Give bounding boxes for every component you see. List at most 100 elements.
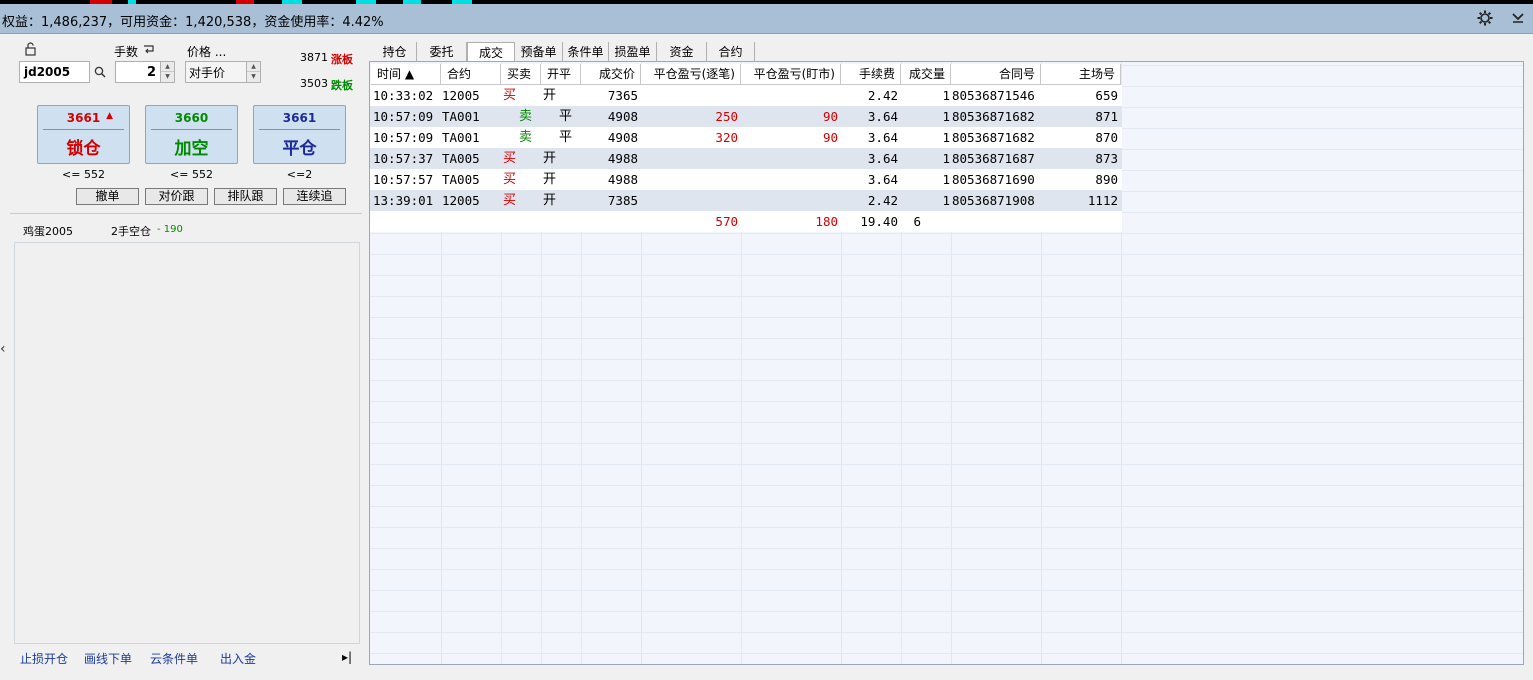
- tab-funds[interactable]: 资金: [657, 42, 707, 62]
- cell-contract: 12005: [442, 193, 480, 208]
- cell-side: 买: [503, 172, 517, 187]
- table-row[interactable]: 10:57:57 TA005 买 开 4988 3.64 1 80536871690 890: [370, 169, 1122, 190]
- total-pnl2: 180: [815, 214, 838, 229]
- cancel-order-button[interactable]: 撤单: [76, 188, 139, 205]
- order-panel: 手数 价格 ... 3871 涨板 jd2005 2 ▲ ▼ 对手价 ▲ ▼ 350…: [10, 36, 366, 670]
- add-short-button[interactable]: 3660 加空: [145, 105, 238, 164]
- tab-orders[interactable]: 委托: [417, 42, 467, 62]
- table-row[interactable]: 13:39:01 12005 买 开 7385 2.42 1 80536871908 1112: [370, 190, 1122, 211]
- trades-table: 时间 ▲ 合约 买卖 开平 成交价 平仓盈亏(逐笔) 平仓盈亏(盯市) 手续费 …: [369, 61, 1524, 665]
- col-pnl-trade[interactable]: 平仓盈亏(逐笔): [641, 64, 741, 85]
- tab-stop-orders[interactable]: 损盈单: [609, 42, 657, 62]
- cell-time: 10:57:09: [373, 130, 434, 145]
- tab-conditional-orders[interactable]: 条件单: [563, 42, 609, 62]
- close-position-button[interactable]: 3661 平仓: [253, 105, 346, 164]
- cell-qty: 1: [942, 151, 950, 166]
- cell-fee: 3.64: [867, 130, 898, 145]
- chevron-down-icon[interactable]: [1509, 10, 1527, 28]
- col-pnl-market[interactable]: 平仓盈亏(盯市): [741, 64, 841, 85]
- cell-price: 4908: [607, 109, 638, 124]
- cell-pnl1: [641, 148, 741, 169]
- lock-position-button[interactable]: 3661 ▲ 锁仓: [37, 105, 130, 164]
- cell-time: 10:57:37: [373, 151, 434, 166]
- cell-qty: 1: [942, 172, 950, 187]
- col-fee[interactable]: 手续费: [841, 64, 901, 85]
- cell-pnl2: [741, 85, 841, 106]
- gear-icon[interactable]: [1476, 10, 1494, 28]
- collapse-panel-icon[interactable]: ‹: [0, 342, 8, 356]
- cell-seq: 871: [1095, 109, 1118, 124]
- lock-label: 锁仓: [66, 139, 101, 159]
- cell-pnl1: [641, 169, 741, 190]
- cell-seq: 873: [1095, 151, 1118, 166]
- limit-up-label: 涨板: [331, 53, 353, 66]
- position-pnl: - 190: [157, 224, 183, 235]
- cell-contract: TA001: [442, 109, 480, 124]
- quantity-stepper[interactable]: 2 ▲ ▼: [115, 61, 175, 83]
- cell-seq: 870: [1095, 130, 1118, 145]
- cell-side: 卖: [519, 109, 533, 124]
- cell-time: 10:33:02: [373, 88, 434, 103]
- close-price: 3661: [282, 111, 317, 125]
- table-row[interactable]: 10:33:02 12005 买 开 7365 2.42 1 80536871546 659: [370, 85, 1122, 106]
- cell-seq: 890: [1095, 172, 1118, 187]
- tab-positions[interactable]: 持仓: [373, 42, 417, 62]
- cell-qty: 1: [942, 109, 950, 124]
- close-limit: <=2: [286, 168, 313, 181]
- price-type-select[interactable]: 对手价 ▲ ▼: [185, 61, 261, 83]
- cell-price: 4908: [607, 130, 638, 145]
- tab-contracts[interactable]: 合约: [707, 42, 755, 62]
- deposit-withdraw-link[interactable]: 出入金: [220, 650, 256, 667]
- continuous-chase-button[interactable]: 连续追: [283, 188, 346, 205]
- price-spinner[interactable]: ▲ ▼: [246, 62, 260, 82]
- col-contract[interactable]: 合约: [441, 64, 501, 85]
- expand-icon[interactable]: ▸|: [342, 650, 352, 664]
- col-time[interactable]: 时间 ▲: [371, 64, 441, 85]
- cell-order: 80536871546: [952, 88, 1035, 103]
- cell-price: 4988: [607, 172, 638, 187]
- return-arrow-icon[interactable]: [142, 43, 156, 56]
- cell-pnl1: 320: [715, 130, 738, 145]
- cell-side: 买: [503, 193, 517, 208]
- col-price[interactable]: 成交价: [581, 64, 641, 85]
- table-row[interactable]: 10:57:09 TA001 卖 平 4908 320 90 3.64 1 80536871682…: [370, 127, 1122, 148]
- queue-follow-button[interactable]: 排队跟: [214, 188, 277, 205]
- col-order-no[interactable]: 合同号: [951, 64, 1041, 85]
- cell-seq: 1112: [1087, 193, 1118, 208]
- table-row[interactable]: 10:57:09 TA001 卖 平 4908 250 90 3.64 1 80536871682…: [370, 106, 1122, 127]
- col-qty[interactable]: 成交量: [901, 64, 951, 85]
- cell-price: 7385: [607, 193, 638, 208]
- tab-bar: 持仓 委托 成交 预备单 条件单 损盈单 资金 合约: [369, 42, 1524, 62]
- cell-order: 80536871908: [952, 193, 1035, 208]
- limit-down-label: 跌板: [331, 79, 353, 92]
- cell-qty: 1: [942, 193, 950, 208]
- follow-counter-price-button[interactable]: 对价跟: [145, 188, 208, 205]
- cell-pnl1: 250: [715, 109, 738, 124]
- col-seq-no[interactable]: 主场号: [1041, 64, 1121, 85]
- account-summary: 权益：1,486,237，可用资金：1,420,538，资金使用率：4.42%: [2, 15, 384, 30]
- total-pnl1: 570: [715, 214, 738, 229]
- up-arrow-icon: ▲: [106, 111, 113, 121]
- cell-time: 10:57:09: [373, 109, 434, 124]
- tab-prepared-orders[interactable]: 预备单: [515, 42, 563, 62]
- col-open-close[interactable]: 开平: [541, 64, 581, 85]
- tab-trades[interactable]: 成交: [467, 42, 515, 62]
- cell-fee: 2.42: [867, 193, 898, 208]
- price-type-value: 对手价: [189, 66, 226, 80]
- position-name[interactable]: 鸡蛋2005: [23, 223, 73, 239]
- stop-loss-open-link[interactable]: 止损开仓: [20, 650, 68, 667]
- table-row[interactable]: 10:57:37 TA005 买 开 4988 3.64 1 80536871687 873: [370, 148, 1122, 169]
- draw-line-order-link[interactable]: 画线下单: [84, 650, 132, 667]
- col-side[interactable]: 买卖: [501, 64, 541, 85]
- symbol-input[interactable]: jd2005: [19, 61, 90, 83]
- cell-contract: TA005: [442, 151, 480, 166]
- qty-spinner[interactable]: ▲ ▼: [160, 62, 174, 82]
- unlock-icon[interactable]: [24, 42, 38, 56]
- cell-seq: 659: [1095, 88, 1118, 103]
- add-short-limit: <= 552: [170, 168, 213, 181]
- position-detail-area: [14, 242, 360, 644]
- cell-pnl1: [641, 85, 741, 106]
- search-icon[interactable]: [94, 66, 106, 78]
- cloud-condition-order-link[interactable]: 云条件单: [150, 650, 198, 667]
- cell-order: 80536871682: [952, 109, 1035, 124]
